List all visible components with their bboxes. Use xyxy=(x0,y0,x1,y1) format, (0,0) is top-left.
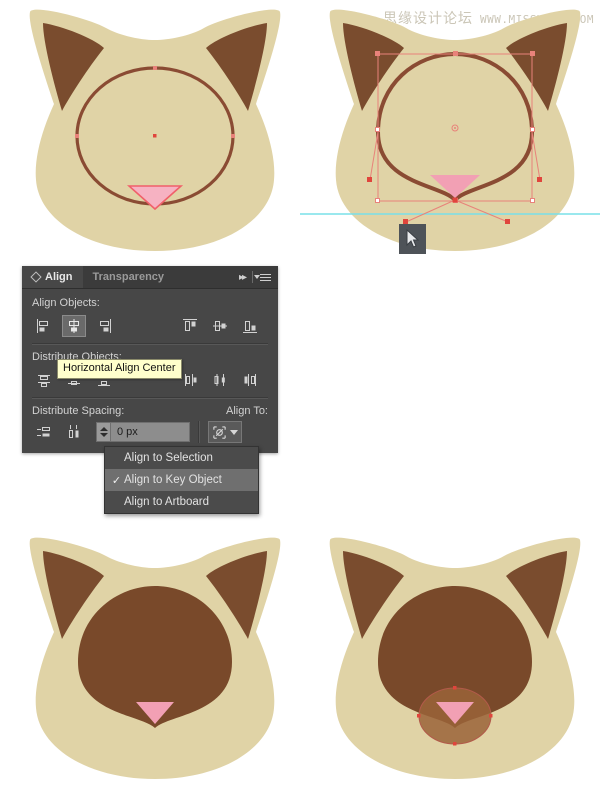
anchor-point-top xyxy=(153,66,157,70)
horizontal-align-center-button[interactable] xyxy=(62,315,86,337)
tab-align-label: Align xyxy=(45,271,73,283)
panel-tab-bar-controls[interactable]: ▸▸ xyxy=(239,266,278,288)
align-objects-button-row[interactable] xyxy=(32,315,268,337)
align-to-label: Align To: xyxy=(226,405,268,417)
tab-bar-divider xyxy=(252,271,253,283)
horizontal-distribute-center-button[interactable] xyxy=(208,369,232,391)
panel-tab-bar[interactable]: Align Transparency ▸▸ xyxy=(22,266,278,289)
spacing-input[interactable]: 0 px xyxy=(110,422,190,442)
menu-item-align-to-selection-label: Align to Selection xyxy=(124,452,213,464)
align-to-dropdown-button[interactable] xyxy=(208,421,242,443)
align-to-dropdown-menu[interactable]: Align to Selection ✓ Align to Key Object… xyxy=(104,446,259,514)
align-panel[interactable]: Align Transparency ▸▸ Align Objects: Dis… xyxy=(22,266,278,453)
canvas-step-4-cat-head-with-ellipse xyxy=(310,528,600,800)
tooltip: Horizontal Align Center xyxy=(57,359,182,379)
vertical-align-bottom-button[interactable] xyxy=(238,315,262,337)
horizontal-distribute-spacing-icon xyxy=(69,425,79,438)
distribute-spacing-label: Distribute Spacing: xyxy=(32,405,125,417)
spacing-stepper[interactable]: 0 px xyxy=(96,422,190,442)
canvas-step-1-cat-head xyxy=(10,8,300,258)
vertical-align-center-icon xyxy=(213,321,227,331)
align-panel-body: Align Objects: Distribute Objects: Distr… xyxy=(22,289,278,453)
distribute-spacing-row[interactable]: 0 px xyxy=(32,421,268,443)
stepper-down-arrow-icon[interactable] xyxy=(99,433,108,437)
spacing-stepper-arrows[interactable] xyxy=(96,422,110,442)
horizontal-align-left-button[interactable] xyxy=(32,315,56,337)
vertical-distribute-spacing-icon xyxy=(37,427,50,437)
menu-item-align-to-artboard[interactable]: Align to Artboard xyxy=(105,491,258,513)
double-chevron-right-icon[interactable]: ▸▸ xyxy=(239,272,247,283)
vertical-align-bottom-icon xyxy=(243,321,257,333)
menu-item-align-to-key-object-label: Align to Key Object xyxy=(124,474,222,486)
center-point-marker xyxy=(153,134,157,138)
chevron-down-icon[interactable] xyxy=(230,429,238,435)
panel-divider-1 xyxy=(32,343,268,345)
align-objects-label: Align Objects: xyxy=(32,297,100,309)
horizontal-align-right-icon xyxy=(100,319,111,333)
tab-transparency-label: Transparency xyxy=(92,271,165,283)
panel-menu-icon[interactable] xyxy=(254,273,271,281)
align-to-key-object-icon xyxy=(213,425,226,439)
anchor-point-left xyxy=(75,134,79,138)
vertical-align-top-button[interactable] xyxy=(178,315,202,337)
horizontal-distribute-spacing-button[interactable] xyxy=(62,421,86,443)
horizontal-align-right-button[interactable] xyxy=(92,315,116,337)
stepper-up-arrow-icon[interactable] xyxy=(99,427,108,431)
horizontal-distribute-center-icon xyxy=(214,374,225,386)
canvas-step-3-cat-head-final xyxy=(10,528,300,800)
tab-transparency[interactable]: Transparency xyxy=(83,266,175,288)
mouse-cursor-box xyxy=(399,224,426,254)
check-icon: ✓ xyxy=(111,474,122,487)
canvas-step-2-cat-head-selected xyxy=(300,8,600,260)
vertical-distribute-top-icon xyxy=(38,375,50,387)
horizontal-distribute-right-button[interactable] xyxy=(238,369,262,391)
menu-item-align-to-selection[interactable]: Align to Selection xyxy=(105,447,258,469)
screenshot-stage: 思缘设计论坛 WWW.MISSYUAN.COM xyxy=(0,0,600,807)
horizontal-align-center-icon xyxy=(69,319,79,333)
tab-align[interactable]: Align xyxy=(22,266,83,288)
vertical-align-top-icon xyxy=(183,319,197,331)
panel-grip-diamond-icon xyxy=(30,271,42,283)
horizontal-distribute-right-icon xyxy=(244,374,256,386)
spacing-header-row: Distribute Spacing: Align To: xyxy=(32,405,268,417)
horizontal-distribute-left-icon xyxy=(185,374,197,386)
panel-divider-2 xyxy=(32,397,268,399)
active-anchor-point xyxy=(452,197,458,203)
menu-item-align-to-artboard-label: Align to Artboard xyxy=(124,496,210,508)
selection-arrow-cursor xyxy=(406,229,420,248)
panel-vertical-divider xyxy=(198,421,200,443)
vertical-distribute-top-button[interactable] xyxy=(32,369,56,391)
horizontal-align-left-icon xyxy=(37,319,48,333)
vertical-distribute-spacing-button[interactable] xyxy=(32,421,56,443)
anchor-point-right xyxy=(231,134,235,138)
horizontal-distribute-left-button[interactable] xyxy=(178,369,202,391)
vertical-align-center-button[interactable] xyxy=(208,315,232,337)
menu-item-align-to-key-object[interactable]: ✓ Align to Key Object xyxy=(105,469,258,491)
